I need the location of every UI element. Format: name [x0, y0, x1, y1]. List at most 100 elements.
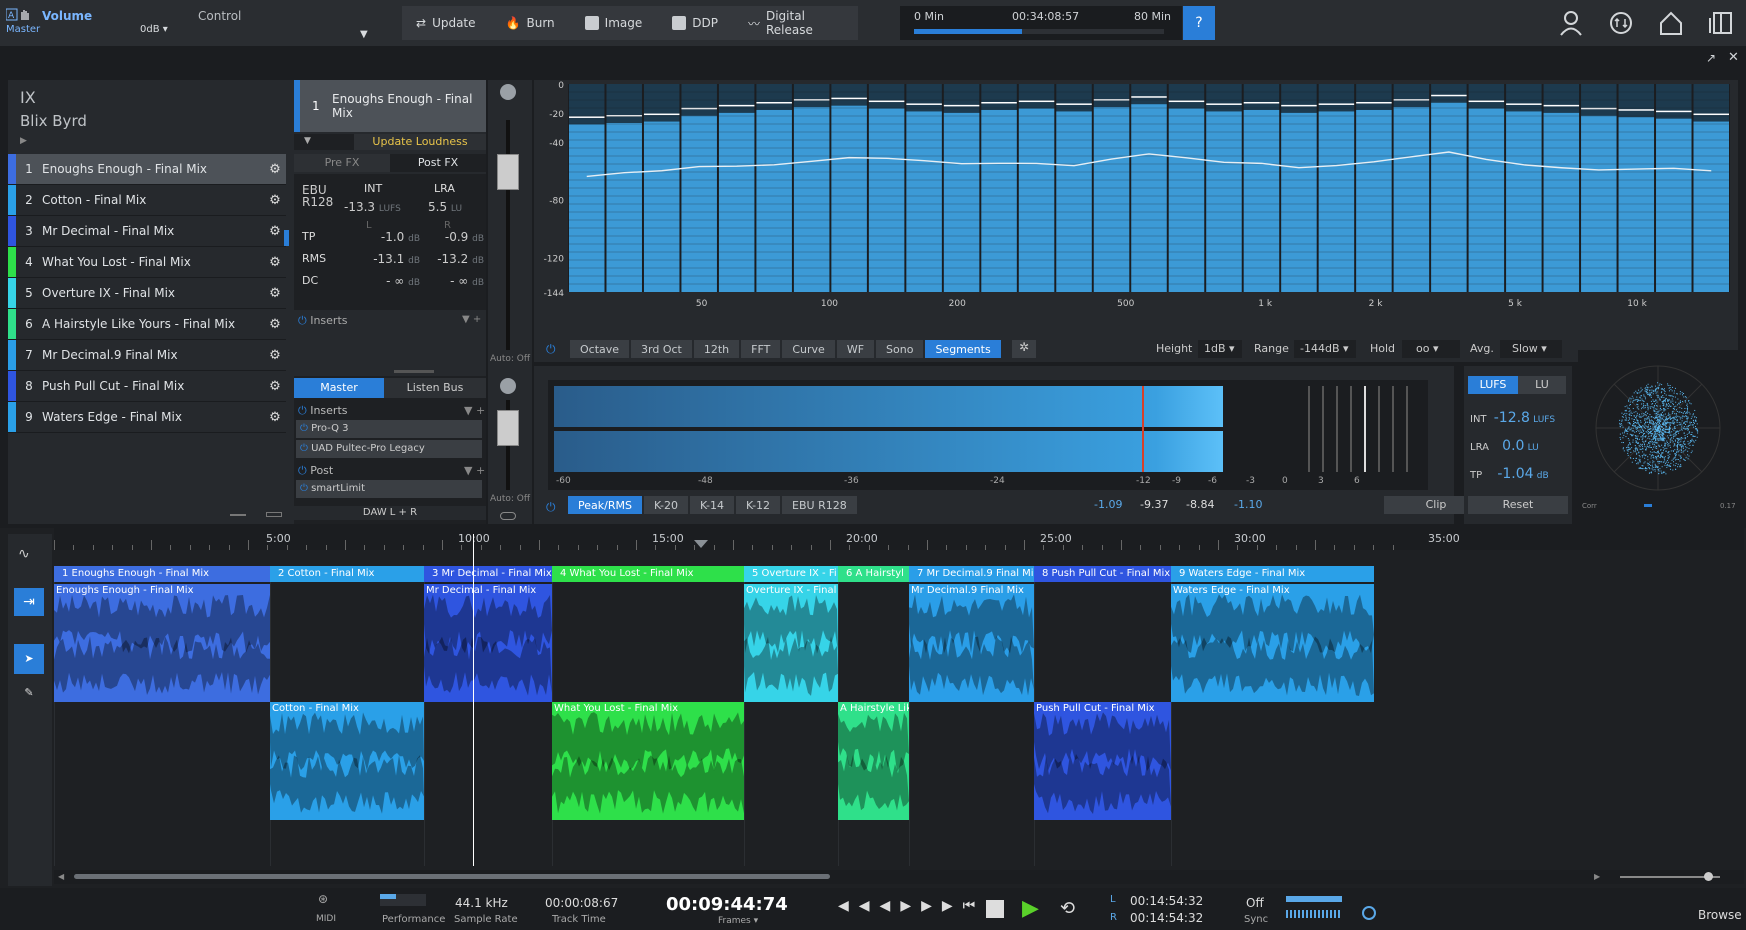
timeline-ruler[interactable]: 5:0010:0015:0020:0025:0030:0035:00 [54, 528, 1744, 550]
return-start-icon[interactable]: ⏮ [963, 898, 986, 914]
minimize-icon[interactable] [230, 514, 246, 516]
spectrum-mode-tab[interactable]: FFT [741, 340, 781, 358]
track-settings-icon[interactable]: ⚙ [264, 379, 286, 394]
spectrum-mode-tab[interactable]: Octave [570, 340, 630, 358]
track-settings-icon[interactable]: ⚙ [264, 162, 286, 177]
resize-handle[interactable] [394, 370, 434, 373]
track-header-label[interactable]: 8 Push Pull Cut - Final Mix [1034, 566, 1171, 582]
audio-clip[interactable]: Enoughs Enough - Final Mix [54, 584, 270, 702]
pan-knob-icon[interactable] [500, 84, 516, 100]
meter-mode-tab[interactable]: K-12 [736, 496, 781, 514]
track-settings-icon[interactable]: ⚙ [264, 410, 286, 425]
arrow-in-icon[interactable]: ⇥ [14, 588, 44, 616]
r-time[interactable]: 00:14:54:32 [1130, 911, 1203, 925]
update-button[interactable]: ⇄ Update [410, 8, 482, 38]
spectrum-mode-tab[interactable]: Segments [925, 340, 1001, 358]
tab-pre-fx[interactable]: Pre FX [294, 154, 390, 172]
track-list-item[interactable]: 5 Overture IX - Final Mix ⚙ [8, 278, 286, 309]
track-header-label[interactable]: 7 Mr Decimal.9 Final Mix [909, 566, 1034, 582]
track-header-label[interactable]: 3 Mr Decimal - Final Mix [424, 566, 552, 582]
stop-icon[interactable] [986, 900, 1004, 918]
track-header-label[interactable]: 9 Waters Edge - Final Mix [1171, 566, 1374, 582]
sync-value[interactable]: Off [1246, 896, 1264, 910]
output-select[interactable]: DAW L + R [294, 506, 486, 520]
rewind-icon[interactable]: ◀◀ [859, 898, 901, 914]
chevron-down-icon[interactable]: ▼ [360, 29, 370, 40]
reset-button[interactable]: Reset [1468, 496, 1568, 514]
spectrum-power-icon[interactable]: ⏻ [546, 342, 556, 357]
track-list-item[interactable]: 3 Mr Decimal - Final Mix ⚙ [8, 216, 286, 247]
auto-mode[interactable]: Auto: Off [490, 354, 530, 364]
spectrum-mode-tab[interactable]: 3rd Oct [631, 340, 692, 358]
add-insert-icon[interactable]: ▼ + [462, 314, 481, 325]
scrollbar[interactable] [284, 230, 289, 246]
tab-lu[interactable]: LU [1518, 376, 1566, 394]
automation-hand-icon[interactable]: A [5, 8, 34, 22]
track-list-item[interactable]: 9 Waters Edge - Final Mix ⚙ [8, 402, 286, 433]
l-time[interactable]: 00:14:54:32 [1130, 894, 1203, 908]
range-select[interactable]: -144dB ▾ [1294, 340, 1356, 358]
plugin-slot[interactable]: ⏻ smartLimit [296, 480, 482, 498]
track-list-item[interactable]: 2 Cotton - Final Mix ⚙ [8, 185, 286, 216]
track-list-item[interactable]: 8 Push Pull Cut - Final Mix ⚙ [8, 371, 286, 402]
track-header-label[interactable]: 4 What You Lost - Final Mix [552, 566, 744, 582]
fader-handle[interactable] [497, 154, 519, 190]
restore-icon[interactable] [266, 512, 282, 517]
audio-clip[interactable]: What You Lost - Final Mix [552, 702, 744, 820]
burn-button[interactable]: 🔥 Burn [500, 8, 561, 38]
spectrum-mode-tab[interactable]: WF [836, 340, 875, 358]
output-volume[interactable] [1286, 910, 1342, 918]
master-pan-knob-icon[interactable] [500, 378, 516, 394]
tab-listen-bus[interactable]: Listen Bus [384, 378, 486, 398]
horizontal-scrollbar[interactable]: ◀ ▶ [54, 870, 1744, 884]
spectrum-mode-tab[interactable]: Sono [876, 340, 924, 358]
master-auto-mode[interactable]: Auto: Off [490, 494, 530, 504]
pencil-tool-icon[interactable]: ✎ [14, 678, 44, 708]
meter-power-icon[interactable]: ⏻ [546, 500, 556, 515]
ddp-button[interactable]: DDP [666, 8, 724, 38]
user-icon[interactable] [1558, 10, 1584, 36]
expand-arrow-icon[interactable]: ▶ [20, 136, 27, 146]
post-header[interactable]: ⏻ Post [298, 464, 333, 478]
play-icon[interactable]: ▶ [1022, 896, 1039, 921]
post-add-icon[interactable]: ▼ + [464, 464, 485, 477]
prev-marker-icon[interactable]: ◀ [838, 898, 859, 914]
home-icon[interactable] [1658, 10, 1684, 36]
audio-clip[interactable]: Waters Edge - Final Mix [1171, 584, 1374, 702]
meter-mode-tab[interactable]: K-14 [689, 496, 735, 514]
tab-master[interactable]: Master [294, 378, 384, 398]
track-settings-icon[interactable]: ⚙ [264, 193, 286, 208]
volume-label[interactable]: Volume [42, 9, 92, 23]
next-marker-icon[interactable]: ▶ [942, 898, 963, 914]
expand-icon[interactable]: ↗ [1706, 51, 1716, 65]
loop-icon[interactable]: ⟲ [1060, 898, 1075, 919]
track-header-label[interactable]: 2 Cotton - Final Mix [270, 566, 424, 582]
track-header-label[interactable]: 6 A Hairstyl [838, 566, 909, 582]
monitor-toggle-icon[interactable] [1362, 906, 1376, 920]
master-add-insert-icon[interactable]: ▼ + [464, 404, 485, 417]
browse-button[interactable]: Browse [1698, 908, 1742, 922]
track-settings-icon[interactable]: ⚙ [264, 317, 286, 332]
audio-clip[interactable]: Mr Decimal.9 Final Mix [909, 584, 1034, 702]
automation-curve-icon[interactable]: ∿ [18, 546, 30, 562]
digital-release-button[interactable]: 〰 Digital Release [742, 8, 858, 38]
track-settings-icon[interactable]: ⚙ [264, 255, 286, 270]
meter-mode-tab[interactable]: Peak/RMS [568, 496, 642, 514]
meter-mode-tab[interactable]: K-20 [643, 496, 688, 514]
zoom-handle[interactable] [1704, 872, 1713, 881]
plugin-slot[interactable]: ⏻ UAD Pultec-Pro Legacy [296, 440, 482, 458]
track-list-item[interactable]: 6 A Hairstyle Like Yours - Final Mix ⚙ [8, 309, 286, 340]
image-button[interactable]: Image [579, 8, 649, 38]
update-loudness-button[interactable]: Update Loudness [354, 134, 486, 150]
window-layout-icon[interactable] [1708, 10, 1734, 36]
inserts-header[interactable]: ⏻ Inserts [298, 314, 347, 328]
playhead-marker[interactable] [694, 540, 708, 548]
sync-icon[interactable] [1608, 10, 1634, 36]
settings-icon[interactable]: ✲ [1012, 340, 1036, 358]
track-list-item[interactable]: 4 What You Lost - Final Mix ⚙ [8, 247, 286, 278]
track-settings-icon[interactable]: ⚙ [264, 286, 286, 301]
audio-clip[interactable]: Push Pull Cut - Final Mix [1034, 702, 1171, 820]
toggle-icon[interactable] [500, 512, 516, 520]
plugin-slot[interactable]: ⏻ Pro-Q 3 [296, 420, 482, 438]
spectrum-mode-tab[interactable]: 12th [693, 340, 740, 358]
